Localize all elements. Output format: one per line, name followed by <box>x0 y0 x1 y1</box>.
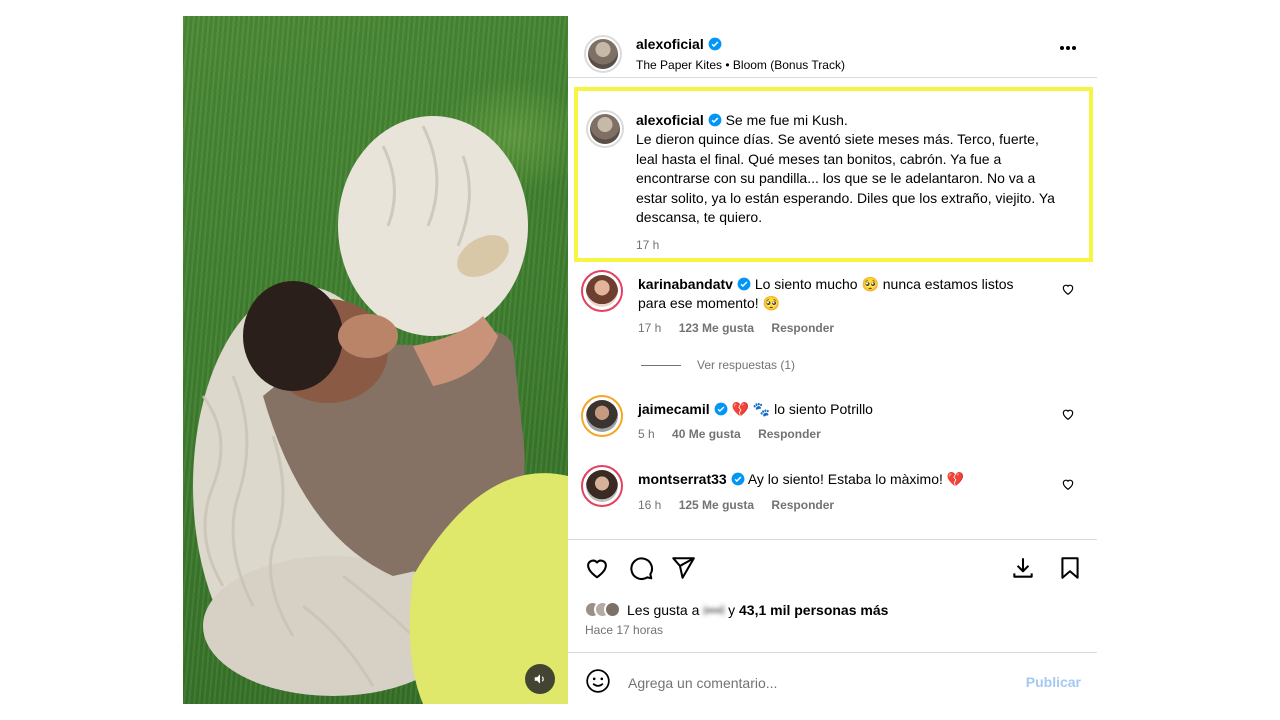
likes-summary[interactable]: Les gusta a i•••l y 43,1 mil personas má… <box>584 601 888 618</box>
comment-meta: 5 h 40 Me gusta Responder <box>638 427 835 441</box>
download-icon <box>1013 558 1033 578</box>
comments-divider <box>568 539 1097 540</box>
comment-text: 💔 🐾 lo siento Potrillo <box>731 401 873 417</box>
caption-username[interactable]: alexoficial <box>636 112 704 128</box>
comment-like-button[interactable] <box>1061 407 1075 426</box>
like-button[interactable] <box>584 555 610 586</box>
liker-avatars <box>584 601 621 618</box>
caption-author-avatar[interactable] <box>586 110 624 148</box>
photo-scene <box>193 116 568 704</box>
author-row: alexoficial <box>636 36 722 54</box>
verified-badge-icon <box>714 402 728 416</box>
comment-like-button[interactable] <box>1061 282 1075 301</box>
likes-count[interactable]: 43,1 mil personas más <box>739 602 888 618</box>
emoji-button[interactable] <box>585 668 611 699</box>
comment-input[interactable] <box>626 670 1010 696</box>
audio-toggle-button[interactable] <box>525 664 555 694</box>
post-photo[interactable] <box>183 16 568 704</box>
caption: alexoficial Se me fue mi Kush. Le dieron… <box>636 111 1056 256</box>
comment-text-block: karinabandatv Lo siento mucho 🥺 nunca es… <box>638 275 1038 313</box>
action-bar <box>568 551 1097 587</box>
likes-prefix: Les gusta a <box>627 601 700 618</box>
verified-badge-icon <box>731 472 745 486</box>
comment-username[interactable]: karinabandatv <box>638 276 733 292</box>
liker-username[interactable]: i•••l <box>703 602 724 618</box>
audio-track-link[interactable]: The Paper Kites • Bloom (Bonus Track) <box>636 58 845 72</box>
more-options-button[interactable] <box>1059 38 1077 56</box>
verified-badge-icon <box>708 37 722 51</box>
reply-button[interactable]: Responder <box>771 321 834 335</box>
comment-likes[interactable]: 40 Me gusta <box>672 427 741 441</box>
view-replies-label: Ver respuestas (1) <box>697 358 796 372</box>
comment-meta: 17 h 123 Me gusta Responder <box>638 321 848 335</box>
comment-likes[interactable]: 123 Me gusta <box>679 321 754 335</box>
comment-time[interactable]: 17 h <box>638 321 661 335</box>
footer-divider <box>568 652 1097 653</box>
add-comment-bar: Publicar <box>568 664 1097 704</box>
view-replies-button[interactable]: Ver respuestas (1) <box>641 358 795 372</box>
comment-username[interactable]: jaimecamil <box>638 401 710 417</box>
send-icon <box>672 557 695 579</box>
likes-and: y <box>728 601 736 618</box>
comment-text-block: jaimecamil 💔 🐾 lo siento Potrillo <box>638 400 1038 419</box>
heart-icon <box>1062 479 1074 490</box>
comment-time[interactable]: 16 h <box>638 498 661 512</box>
reply-button[interactable]: Responder <box>758 427 821 441</box>
caption-highlight-box: alexoficial Se me fue mi Kush. Le dieron… <box>574 87 1093 262</box>
verified-badge-icon <box>708 113 722 127</box>
caption-lead-text: Se me fue mi Kush. <box>725 112 848 128</box>
caption-body-text: Le dieron quince días. Se aventó siete m… <box>636 131 1055 226</box>
comment-bubble-icon <box>630 557 653 580</box>
comment-button[interactable] <box>628 555 654 586</box>
heart-icon <box>1062 284 1074 295</box>
commenter-avatar[interactable] <box>581 395 623 437</box>
reply-button[interactable]: Responder <box>771 498 834 512</box>
verified-badge-icon <box>737 277 751 291</box>
comment-meta: 16 h 125 Me gusta Responder <box>638 498 848 512</box>
author-avatar[interactable] <box>584 35 622 73</box>
header-divider <box>568 77 1097 78</box>
comment-likes[interactable]: 125 Me gusta <box>679 498 754 512</box>
heart-icon <box>1062 409 1074 420</box>
bookmark-icon <box>1061 557 1079 579</box>
emoji-smiley-icon <box>586 669 610 693</box>
comment-text-block: montserrat33 Ay lo siento! Estaba lo màx… <box>638 470 1038 489</box>
liker-avatar <box>604 601 621 618</box>
commenter-avatar[interactable] <box>581 465 623 507</box>
post-panel: alexoficial The Paper Kites • Bloom (Bon… <box>568 16 1097 704</box>
author-username[interactable]: alexoficial <box>636 36 704 52</box>
download-button[interactable] <box>1010 555 1036 586</box>
publish-button[interactable]: Publicar <box>1026 674 1081 690</box>
caption-timestamp[interactable]: 17 h <box>636 236 1056 255</box>
speaker-icon <box>534 674 544 684</box>
post-timestamp[interactable]: Hace 17 horas <box>585 623 663 637</box>
share-button[interactable] <box>670 555 696 586</box>
comment-username[interactable]: montserrat33 <box>638 471 727 487</box>
comment-time[interactable]: 5 h <box>638 427 655 441</box>
save-button[interactable] <box>1057 555 1083 586</box>
more-dots-icon <box>1060 46 1076 50</box>
replies-line <box>641 364 681 366</box>
comment-text: Ay lo siento! Estaba lo màximo! 💔 <box>747 471 965 487</box>
heart-icon <box>587 559 607 579</box>
commenter-avatar[interactable] <box>581 270 623 312</box>
comment-like-button[interactable] <box>1061 477 1075 496</box>
